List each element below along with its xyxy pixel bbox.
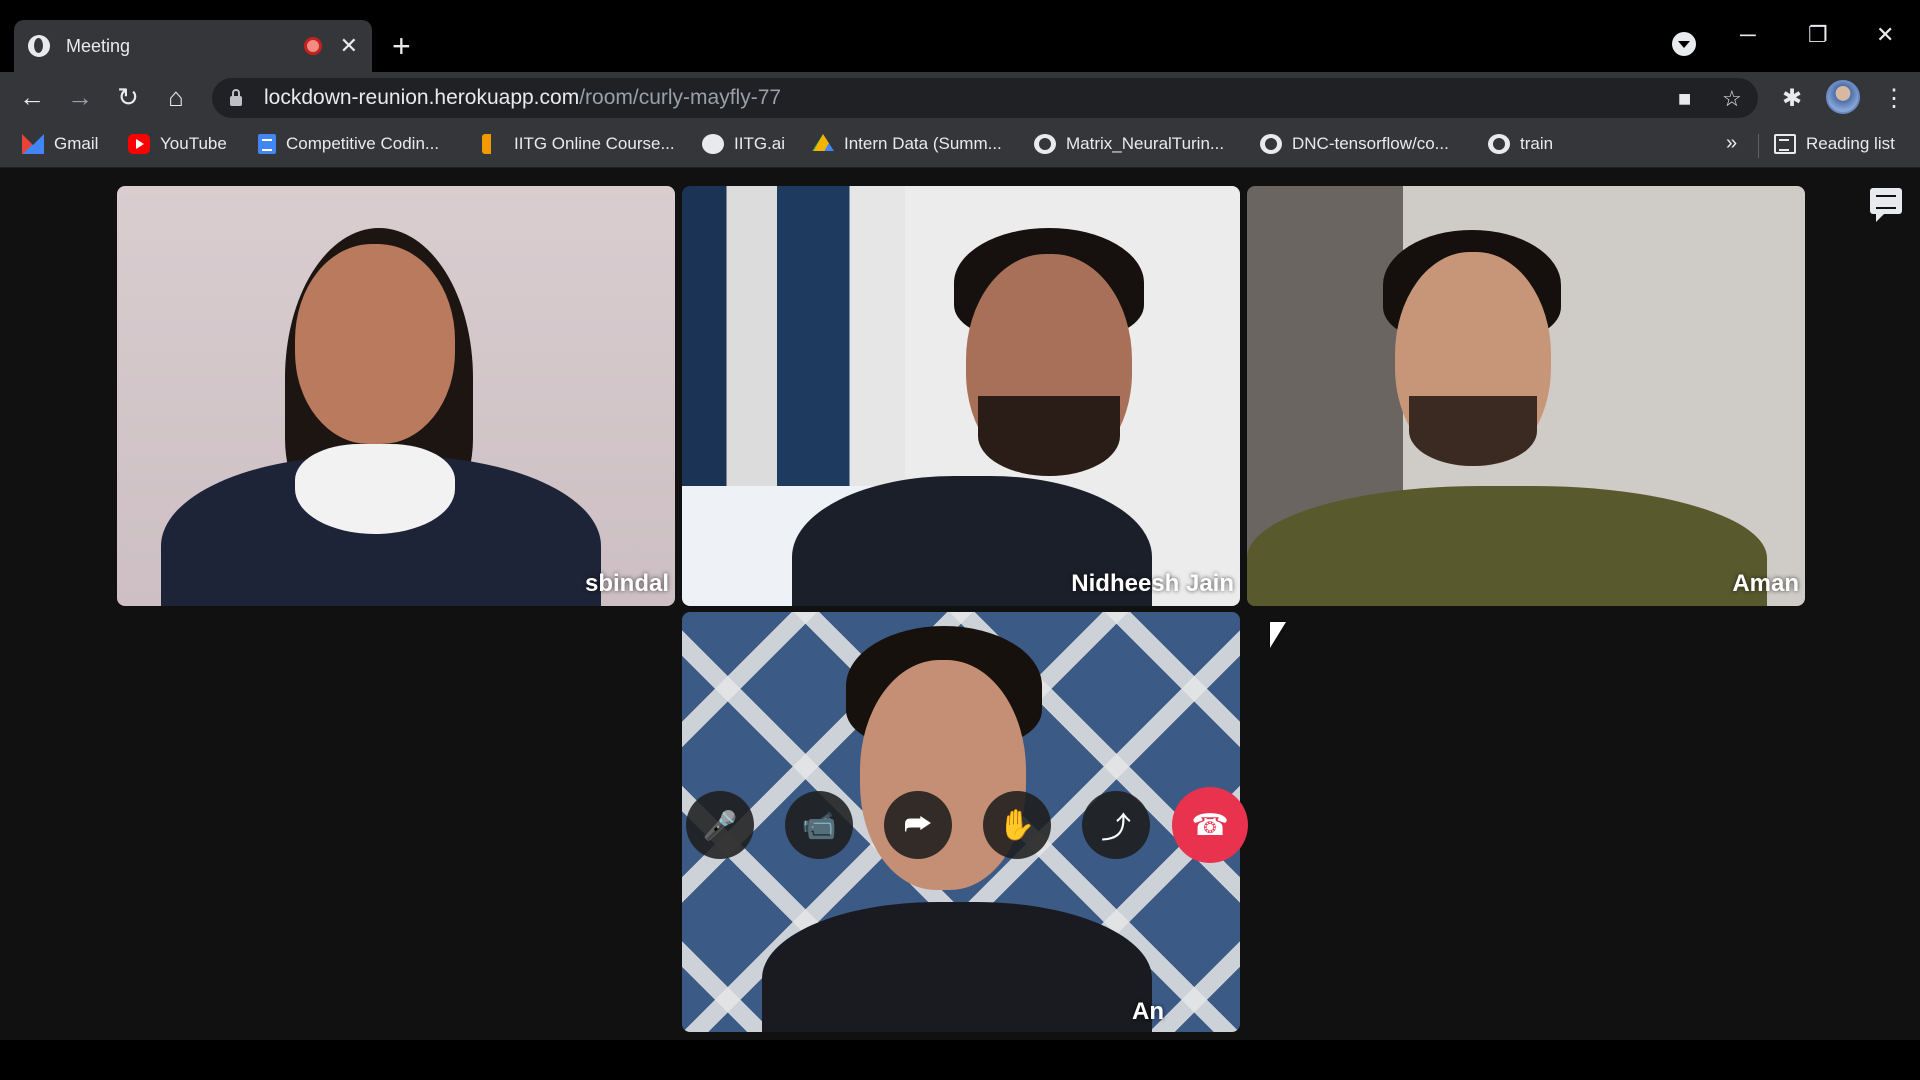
bookmark-matrix-neuralturing[interactable]: Matrix_NeuralTurin... xyxy=(1034,134,1224,154)
screen-share-icon: ⮫ xyxy=(904,808,932,841)
camera-button[interactable]: 📹 xyxy=(785,791,853,859)
youtube-icon xyxy=(128,134,150,154)
reading-list-label: Reading list xyxy=(1806,134,1895,153)
bookmarks-bar: Gmail YouTube Competitive Codin... IITG … xyxy=(0,124,1920,168)
participant-name: Nidheesh Jain xyxy=(1071,570,1234,597)
call-controls: 🎤 📹 ⮫ ✋ ⤴ ☎ xyxy=(686,785,1248,865)
raise-hand-button[interactable]: ✋ xyxy=(983,791,1051,859)
bookmark-label: train xyxy=(1520,134,1554,153)
bookmark-label: Competitive Codin... xyxy=(286,134,440,153)
participant-name: sbindal xyxy=(584,570,669,597)
github-icon xyxy=(1260,134,1282,154)
github-icon xyxy=(1488,134,1510,154)
tab-meeting[interactable]: Meeting ✕ xyxy=(14,20,372,72)
participant-name: Aman xyxy=(1732,570,1799,597)
screen-share-button[interactable]: ⮫ xyxy=(884,791,952,859)
bookmark-star-icon[interactable]: ☆ xyxy=(1722,86,1742,112)
bookmark-label: Matrix_NeuralTurin... xyxy=(1066,134,1225,153)
bookmark-label: Intern Data (Summ... xyxy=(844,134,1002,153)
microphone-button[interactable]: 🎤 xyxy=(686,791,754,859)
taskbar-strip xyxy=(0,1040,1920,1080)
address-bar[interactable]: lockdown-reunion.herokuapp.com /room/cur… xyxy=(212,78,1758,118)
recording-icon xyxy=(303,37,322,55)
menu-icon[interactable]: ⋮ xyxy=(1882,84,1906,113)
bookmark-competitive-coding[interactable]: Competitive Codin... xyxy=(258,134,439,154)
gmail-icon xyxy=(22,134,44,154)
browser-window: Meeting ✕ + ─ ❐ ✕ ← → ↻ ⌂ lockdown-reuni… xyxy=(0,0,1920,1040)
reload-button[interactable]: ↻ xyxy=(112,82,144,112)
bookmarks-overflow-button[interactable]: » xyxy=(1726,132,1737,155)
url-path: /room/curly-mayfly-77 xyxy=(579,86,782,109)
github-icon xyxy=(1034,134,1056,154)
bookmark-dnc-tensorflow[interactable]: DNC-tensorflow/co... xyxy=(1260,134,1449,154)
bookmark-label: DNC-tensorflow/co... xyxy=(1292,134,1449,153)
tab-search-button[interactable] xyxy=(1672,32,1696,56)
back-button[interactable]: ← xyxy=(16,82,48,112)
share-link-button[interactable]: ⤴ xyxy=(1082,791,1150,859)
mouse-cursor-icon xyxy=(1270,622,1286,648)
minimize-button[interactable]: ─ xyxy=(1740,22,1756,48)
new-tab-button[interactable]: + xyxy=(392,30,411,62)
camera-icon[interactable]: ■ xyxy=(1678,86,1691,112)
share-icon: ⤴ xyxy=(1101,812,1131,845)
participant-name: An xyxy=(1132,998,1164,1025)
drive-icon xyxy=(812,134,834,151)
profile-avatar[interactable] xyxy=(1826,80,1860,114)
phone-hangup-icon: ☎ xyxy=(1191,808,1229,842)
bookmark-train[interactable]: train xyxy=(1488,134,1553,154)
video-tile-sbindal[interactable]: sbindal xyxy=(117,186,675,606)
reading-list-icon xyxy=(1774,134,1796,154)
lock-icon xyxy=(230,89,242,106)
tab-title: Meeting xyxy=(66,35,131,56)
browser-toolbar: ← → ↻ ⌂ lockdown-reunion.herokuapp.com /… xyxy=(0,72,1920,124)
bookmark-iitg-ai[interactable]: IITG.ai xyxy=(702,134,785,154)
iitg-icon xyxy=(482,134,504,154)
divider xyxy=(1758,134,1759,158)
bookmark-label: Gmail xyxy=(54,134,99,153)
docs-icon xyxy=(258,134,276,154)
bookmark-label: IITG Online Course... xyxy=(514,134,675,153)
bookmark-youtube[interactable]: YouTube xyxy=(128,134,227,154)
url-host: lockdown-reunion.herokuapp.com xyxy=(264,86,580,109)
video-tile-nidheesh-jain[interactable]: Nidheesh Jain xyxy=(682,186,1240,606)
chat-icon[interactable] xyxy=(1870,188,1902,222)
forward-button[interactable]: → xyxy=(64,82,96,112)
tab-close-button[interactable]: ✕ xyxy=(340,35,358,57)
iitg-ai-icon xyxy=(702,134,724,154)
bookmark-intern-data[interactable]: Intern Data (Summ... xyxy=(812,134,1002,154)
bookmark-label: IITG.ai xyxy=(734,134,786,153)
restore-button[interactable]: ❐ xyxy=(1808,22,1828,48)
home-button[interactable]: ⌂ xyxy=(160,82,192,112)
hang-up-button[interactable]: ☎ xyxy=(1172,787,1248,863)
tab-strip: Meeting ✕ + ─ ❐ ✕ xyxy=(0,0,1920,72)
video-tile-aman[interactable]: Aman xyxy=(1247,186,1805,606)
window-close-button[interactable]: ✕ xyxy=(1876,22,1894,48)
reading-list-button[interactable]: Reading list xyxy=(1774,134,1895,154)
extensions-icon[interactable]: ✱ xyxy=(1782,84,1802,113)
globe-icon xyxy=(28,35,50,57)
bookmark-label: YouTube xyxy=(160,134,227,153)
bookmark-iitg-online-course[interactable]: IITG Online Course... xyxy=(482,134,675,154)
bookmark-gmail[interactable]: Gmail xyxy=(22,134,98,154)
raise-hand-icon: ✋ xyxy=(998,808,1036,842)
meeting-area: sbindal Nidheesh Jain Aman An xyxy=(0,168,1920,1040)
microphone-icon: 🎤 xyxy=(702,809,738,841)
video-camera-icon: 📹 xyxy=(801,809,837,841)
